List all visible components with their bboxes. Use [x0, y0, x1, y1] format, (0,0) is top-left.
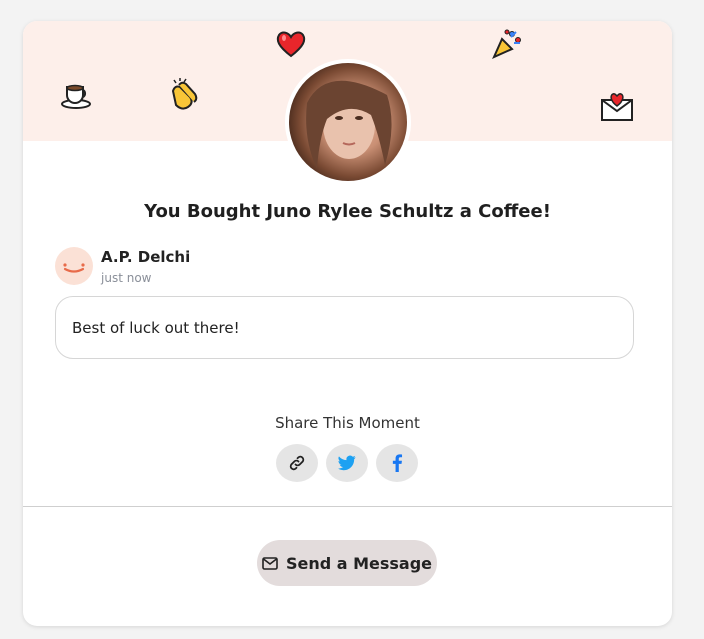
- copy-link-button[interactable]: [276, 444, 318, 482]
- send-message-label: Send a Message: [285, 553, 433, 573]
- facebook-icon: [392, 454, 403, 472]
- clapping-hands-icon: [167, 77, 201, 111]
- supporter-name: A.P. Delchi: [101, 248, 191, 266]
- share-facebook-button[interactable]: [376, 444, 418, 482]
- heart-icon: [274, 27, 308, 61]
- share-twitter-button[interactable]: [326, 444, 368, 482]
- coffee-receipt-card: You Bought Juno Rylee Schultz a Coffee! …: [23, 21, 672, 626]
- creator-avatar: [285, 59, 411, 185]
- creator-photo: [289, 63, 407, 181]
- mail-icon: [262, 556, 278, 570]
- support-message: Best of luck out there!: [55, 296, 634, 359]
- share-label: Share This Moment: [275, 414, 420, 432]
- send-message-button[interactable]: Send a Message: [257, 540, 437, 586]
- divider: [23, 506, 672, 507]
- party-popper-icon: [490, 27, 524, 61]
- love-letter-icon: [600, 89, 634, 123]
- twitter-icon: [338, 455, 356, 471]
- link-icon: [289, 455, 305, 471]
- supporter-avatar: [55, 247, 93, 285]
- coffee-icon: [59, 77, 93, 111]
- supporter-timestamp: just now: [101, 271, 152, 285]
- page-title: You Bought Juno Rylee Schultz a Coffee!: [144, 201, 551, 222]
